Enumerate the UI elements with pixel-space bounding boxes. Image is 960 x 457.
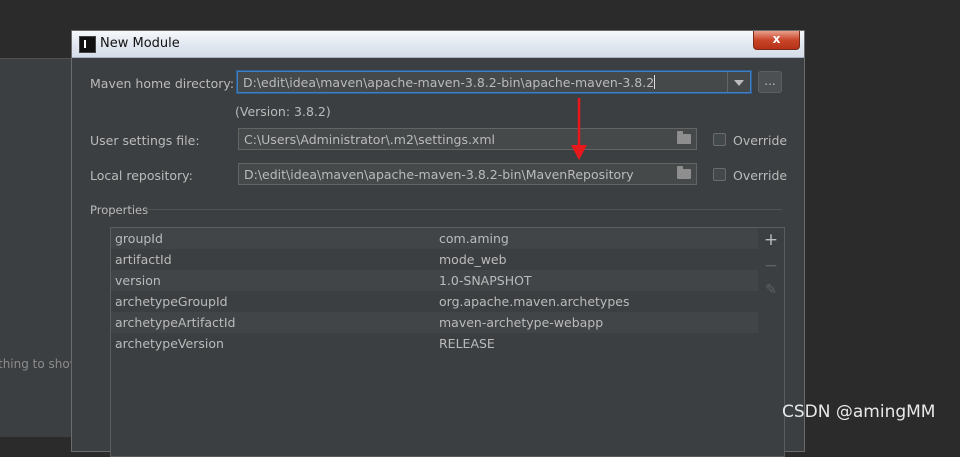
local-repository-value: D:\edit\idea\maven\apache-maven-3.8.2-bi…	[244, 167, 634, 182]
section-divider	[146, 209, 782, 210]
annotation-arrow	[571, 98, 587, 160]
user-settings-value: C:\Users\Administrator\.m2\settings.xml	[244, 132, 495, 147]
folder-icon[interactable]	[677, 166, 691, 179]
maven-home-value: D:\edit\idea\maven\apache-maven-3.8.2-bi…	[243, 75, 655, 90]
user-settings-override-label: Override	[733, 133, 788, 148]
dialog-title: New Module	[100, 36, 180, 51]
table-row[interactable]: archetypeVersion RELEASE	[111, 333, 758, 354]
property-value: mode_web	[439, 252, 507, 267]
title-bar: New Module x	[72, 31, 804, 58]
remove-icon[interactable]: −	[759, 256, 783, 276]
user-settings-label: User settings file:	[90, 133, 200, 148]
table-row[interactable]: archetypeArtifactId maven-archetype-weba…	[111, 312, 758, 333]
maven-version-text: (Version: 3.8.2)	[235, 104, 331, 119]
property-key: version	[115, 273, 161, 288]
maven-home-combobox[interactable]: D:\edit\idea\maven\apache-maven-3.8.2-bi…	[237, 71, 751, 93]
property-value: org.apache.maven.archetypes	[439, 294, 630, 309]
property-value: 1.0-SNAPSHOT	[439, 273, 532, 288]
property-key: archetypeGroupId	[115, 294, 228, 309]
local-repository-override-checkbox[interactable]	[713, 168, 726, 181]
background-toolbar	[0, 0, 80, 58]
table-row[interactable]: groupId com.aming	[111, 228, 758, 249]
property-key: groupId	[115, 231, 163, 246]
maven-home-label: Maven home directory:	[90, 76, 235, 91]
annotation-arrow-head	[571, 145, 587, 160]
properties-table[interactable]: groupId com.aming artifactId mode_web ve…	[110, 227, 760, 457]
user-settings-override-checkbox[interactable]	[713, 133, 726, 146]
table-row[interactable]: archetypeGroupId org.apache.maven.archet…	[111, 291, 758, 312]
properties-toolbar: + − ✎	[759, 227, 785, 457]
new-module-dialog: New Module x Maven home directory: D:\ed…	[71, 30, 805, 457]
table-row[interactable]: artifactId mode_web	[111, 249, 758, 270]
local-repository-field[interactable]: D:\edit\idea\maven\apache-maven-3.8.2-bi…	[238, 163, 697, 185]
properties-section-label: Properties	[90, 203, 149, 217]
user-settings-field[interactable]: C:\Users\Administrator\.m2\settings.xml	[238, 128, 697, 150]
property-key: archetypeVersion	[115, 336, 224, 351]
intellij-icon	[79, 36, 96, 53]
local-repository-label: Local repository:	[90, 168, 193, 183]
local-repository-override-label: Override	[733, 168, 788, 183]
close-button[interactable]: x	[753, 31, 800, 50]
watermark: CSDN @amingMM	[782, 402, 936, 422]
chevron-down-icon[interactable]	[727, 72, 750, 92]
property-key: artifactId	[115, 252, 172, 267]
edit-icon[interactable]: ✎	[759, 282, 783, 298]
empty-panel-text: thing to show	[0, 357, 80, 371]
browse-button[interactable]: ...	[758, 71, 782, 93]
property-value: maven-archetype-webapp	[439, 315, 604, 330]
property-value: RELEASE	[439, 336, 495, 351]
background-panel: thing to show	[0, 58, 80, 437]
text-cursor	[654, 75, 656, 89]
property-key: archetypeArtifactId	[115, 315, 236, 330]
property-value: com.aming	[439, 231, 509, 246]
table-row[interactable]: version 1.0-SNAPSHOT	[111, 270, 758, 291]
add-icon[interactable]: +	[759, 230, 783, 250]
folder-icon[interactable]	[677, 131, 691, 144]
